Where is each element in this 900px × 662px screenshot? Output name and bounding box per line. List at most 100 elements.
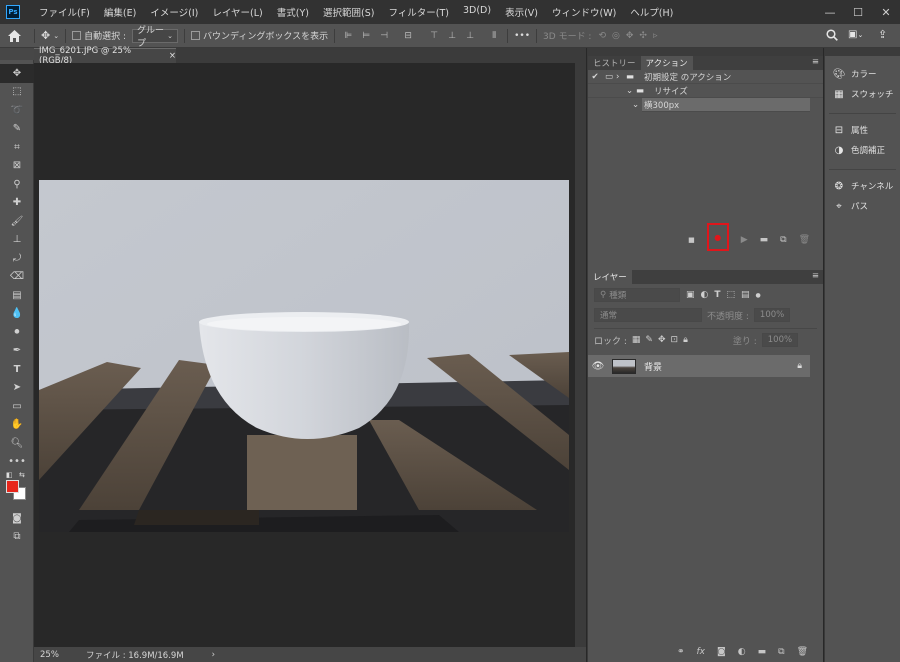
stop-icon[interactable]: ■ [688,236,695,244]
action-row[interactable]: ⌄ ▬ リサイズ [588,84,823,98]
document-tab[interactable]: IMG_6201.JPG @ 25% (RGB/8) × [34,46,176,66]
menu-type[interactable]: 書式(Y) [270,5,316,19]
close-tab-icon[interactable]: × [169,51,176,61]
close-window-button[interactable]: ✕ [872,0,900,24]
new-action-icon[interactable]: ⧉ [780,235,786,245]
menu-help[interactable]: ヘルプ(H) [623,5,680,19]
menu-image[interactable]: イメージ(I) [143,5,205,19]
new-adjustment-icon[interactable]: ◐ [738,647,746,657]
auto-select-dropdown[interactable]: グループ ⌄ [132,26,178,49]
minimize-button[interactable]: — [816,0,844,24]
move-tool-preset-icon[interactable]: ✥ ⌄ [41,29,59,42]
blend-mode-dropdown[interactable]: 通常 [594,308,702,322]
crop-tool-icon[interactable]: ⌗ [0,138,34,157]
foreground-color-swatch[interactable] [6,480,19,493]
delete-layer-icon[interactable]: 🗑︎ [797,647,808,657]
screen-mode-icon[interactable]: ⧉ [0,528,34,547]
eyedropper-tool-icon[interactable]: ⚲ [0,175,34,194]
frame-tool-icon[interactable]: ⊠ [0,157,34,176]
blur-tool-icon[interactable]: 💧 [0,305,34,324]
share-icon[interactable]: ⇪ [878,28,887,41]
quick-select-tool-icon[interactable]: ✎ [0,120,34,139]
action-check[interactable]: ✔ [588,72,602,82]
search-icon[interactable] [826,29,838,44]
marquee-tool-icon[interactable]: ⬚ [0,83,34,102]
expand-arrow[interactable]: › [616,72,626,82]
opacity-field[interactable]: 100% [753,308,790,322]
filter-adjust-icon[interactable]: ◐ [701,290,709,300]
3d-scale-icon[interactable]: ▹ [653,31,658,41]
gradient-tool-icon[interactable]: ▤ [0,286,34,305]
3d-pan-icon[interactable]: ✥ [626,31,634,41]
3d-roll-icon[interactable]: ◎ [612,31,620,41]
workspace-icon[interactable]: ▣⌄ [848,29,863,40]
expand-arrow[interactable]: ⌄ [632,100,642,110]
quick-mask-icon[interactable]: ◙ [0,509,34,528]
dock-item-channels[interactable]: ❂ チャンネル [825,176,900,196]
trash-icon[interactable]: 🗑︎ [799,235,810,245]
fill-field[interactable]: 100% [761,333,798,347]
layers-menu-icon[interactable]: ≡ [812,271,819,281]
hand-tool-icon[interactable]: ✋ [0,416,34,435]
menu-file[interactable]: ファイル(F) [32,5,97,19]
pen-tool-icon[interactable]: ✒ [0,342,34,361]
filter-pixel-icon[interactable]: ▣ [686,290,695,300]
zoom-level[interactable]: 25% [34,650,80,660]
lock-all-icon[interactable]: 🔒︎ [683,335,688,345]
menu-layer[interactable]: レイヤー(L) [205,5,269,19]
menu-filter[interactable]: フィルター(T) [381,5,456,19]
new-group-icon[interactable]: ▬ [758,647,767,657]
dock-item-paths[interactable]: ⌖ パス [825,196,900,216]
expand-arrow[interactable]: ⌄ [626,86,636,96]
dock-collapse-bar[interactable] [825,48,900,56]
filter-shape-icon[interactable]: ⬚ [727,290,736,300]
maximize-button[interactable]: ☐ [844,0,872,24]
rectangle-tool-icon[interactable]: ▭ [0,397,34,416]
record-button[interactable]: ● [706,223,729,251]
bounding-box-checkbox[interactable] [191,31,200,40]
clone-stamp-icon[interactable]: ⊥ [0,231,34,250]
new-layer-icon[interactable]: ⧉ [778,647,784,657]
canvas-area[interactable] [34,63,575,647]
action-step-row[interactable]: ⌄ 横300px [632,98,810,112]
play-icon[interactable]: ▶ [741,235,748,245]
action-set-row[interactable]: ✔ ▭ › ▬ 初期設定 のアクション [588,70,823,84]
dock-item-swatches[interactable]: ▦ スウォッチ [825,84,900,104]
align-bottom-icon[interactable]: ⊥ [463,30,477,42]
default-colors-icon[interactable]: ◧ [6,471,13,479]
dock-item-properties[interactable]: ⊟ 属性 [825,120,900,140]
edit-toolbar-icon[interactable]: ••• [0,453,34,472]
layer-filter-dropdown[interactable]: ⚲ 種類 [594,288,680,302]
align-top-icon[interactable]: ⊤ [427,30,441,42]
panel-menu-icon[interactable]: ≡ [812,57,819,67]
eraser-tool-icon[interactable]: ⌫ [0,268,34,287]
swap-colors-icon[interactable]: ⇆ [19,471,25,479]
brush-tool-icon[interactable]: 🖌 [0,212,34,231]
vertical-scrollbar[interactable] [575,63,586,647]
3d-orbit-icon[interactable]: ⟲ [598,31,606,41]
eye-icon[interactable]: 👁︎ [588,361,608,372]
distribute-icon[interactable]: ⊟ [401,30,415,42]
tab-actions[interactable]: アクション [640,56,693,70]
lock-artboard-icon[interactable]: ⊡ [671,335,679,345]
lasso-tool-icon[interactable]: ➰ [0,101,34,120]
dock-item-adjustments[interactable]: ◑ 色調補正 [825,140,900,160]
dock-item-color[interactable]: 🎨︎ カラー [825,64,900,84]
layer-row[interactable]: 👁︎ 背景 🔒︎ [588,355,810,377]
lock-paint-icon[interactable]: ✎ [645,335,653,345]
history-brush-icon[interactable]: ⤾ [0,249,34,268]
align-left-icon[interactable]: ⊫ [341,30,355,42]
distribute-v-icon[interactable]: ⫴ [487,30,501,42]
zoom-tool-icon[interactable]: 🔍︎ [0,434,34,453]
filter-smart-icon[interactable]: ▤ [741,290,750,300]
path-select-icon[interactable]: ➤ [0,379,34,398]
fx-icon[interactable]: fx [697,647,706,657]
menu-view[interactable]: 表示(V) [498,5,545,19]
home-icon[interactable] [0,29,28,42]
align-right-icon[interactable]: ⊣ [377,30,391,42]
more-options-button[interactable]: ••• [514,31,530,41]
3d-slide-icon[interactable]: ✣ [639,31,647,41]
menu-window[interactable]: ウィンドウ(W) [545,5,623,19]
lock-position-icon[interactable]: ✥ [658,335,666,345]
filter-type-icon[interactable]: T [714,290,720,300]
